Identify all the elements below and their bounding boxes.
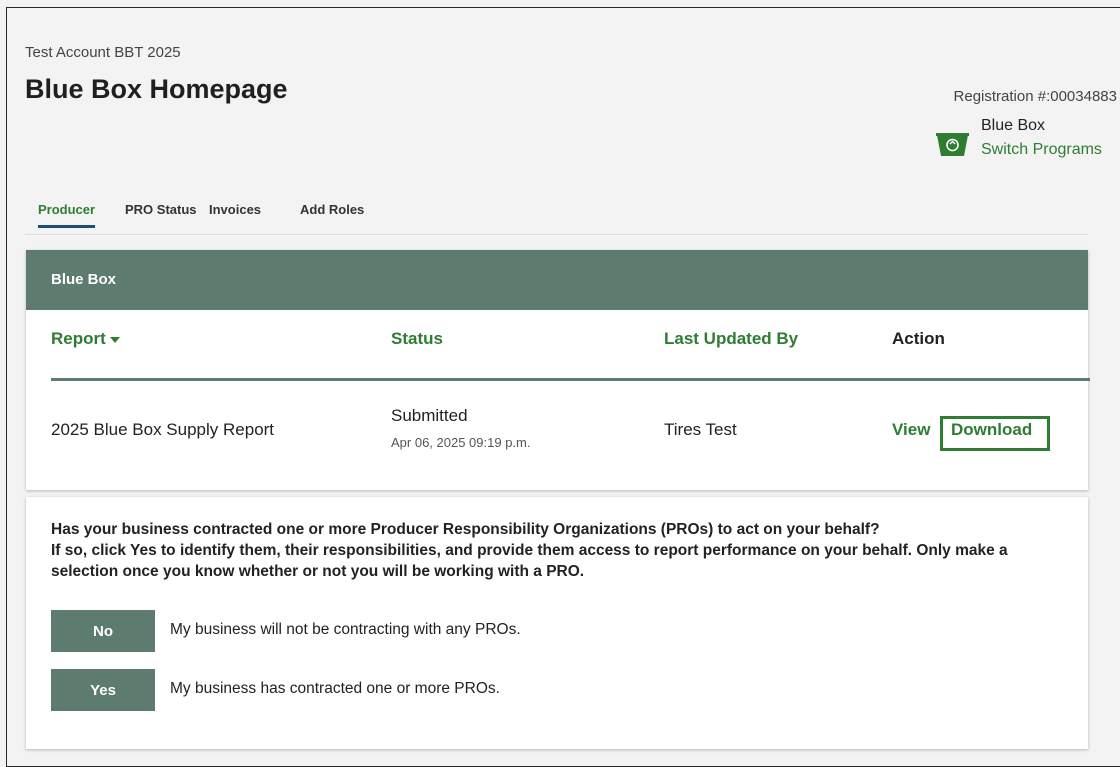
page-title: Blue Box Homepage: [25, 74, 288, 104]
no-button[interactable]: No: [51, 610, 155, 652]
header-divider: [51, 378, 1090, 381]
program-name: Blue Box: [981, 117, 1046, 134]
registration-number: Registration #:00034883: [953, 88, 1117, 105]
tab-invoices[interactable]: Invoices: [209, 202, 261, 225]
yes-button[interactable]: Yes: [51, 669, 155, 711]
account-name: Test Account BBT 2025: [25, 44, 181, 61]
pro-question: Has your business contracted one or more…: [51, 519, 1071, 582]
column-header-label: Report: [51, 329, 106, 348]
yes-description: My business has contracted one or more P…: [170, 680, 500, 697]
column-header-report[interactable]: Report: [51, 329, 120, 349]
status-date: Apr 06, 2025 09:19 p.m.: [391, 435, 531, 450]
status-text: Submitted: [391, 406, 468, 425]
sort-down-icon: [109, 336, 120, 343]
no-description: My business will not be contracting with…: [170, 621, 521, 638]
tab-bar: Producer PRO Status Invoices Add Roles: [25, 202, 1088, 235]
pro-question-line-1: Has your business contracted one or more…: [51, 521, 880, 538]
tab-pro-status[interactable]: PRO Status: [125, 202, 197, 225]
switch-programs-link[interactable]: Switch Programs: [981, 141, 1102, 159]
tab-producer[interactable]: Producer: [38, 202, 96, 228]
last-updated-by: Tires Test: [664, 420, 737, 439]
download-link[interactable]: Download: [951, 420, 1032, 440]
column-header-status[interactable]: Status: [391, 329, 443, 349]
blue-box-card: Blue Box Report Status Last Updated By A…: [26, 250, 1090, 490]
column-header-action: Action: [892, 329, 945, 348]
column-header-last-updated-by[interactable]: Last Updated By: [664, 329, 798, 349]
recycling-bin-icon: [936, 133, 969, 156]
card-title: Blue Box: [26, 250, 1088, 310]
report-name: 2025 Blue Box Supply Report: [51, 420, 275, 439]
pro-question-line-2: If so, click Yes to identify them, their…: [51, 542, 1008, 580]
view-link[interactable]: View: [892, 420, 930, 440]
tab-add-roles[interactable]: Add Roles: [300, 202, 364, 225]
pro-question-card: Has your business contracted one or more…: [26, 497, 1088, 749]
